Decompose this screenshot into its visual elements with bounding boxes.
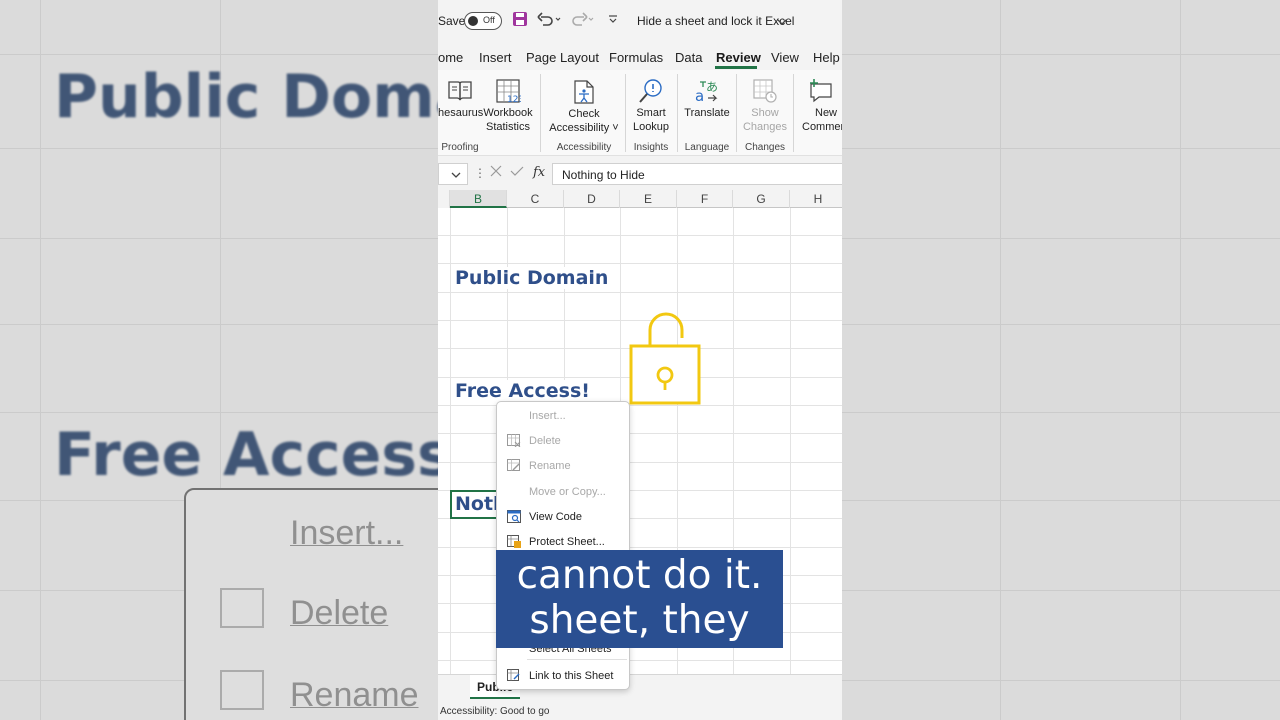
show-changes-label-1: Show xyxy=(751,107,779,119)
translate-label: Translate xyxy=(684,107,730,119)
column-header-f[interactable]: F xyxy=(677,190,733,208)
group-changes: Changes xyxy=(744,142,786,153)
check-accessibility-icon xyxy=(571,79,597,105)
translate-button[interactable]: aあ Translate xyxy=(681,74,733,120)
video-caption: cannot do it. sheet, they xyxy=(496,550,783,648)
ribbon: hesaurus 123 Workbook Statistics Proofin… xyxy=(438,70,842,156)
column-header-e[interactable]: E xyxy=(620,190,677,208)
menu-item-delete[interactable]: Delete xyxy=(497,429,629,453)
protect-sheet-icon xyxy=(507,535,521,548)
tab-insert[interactable]: Insert xyxy=(479,50,512,65)
menu-item-link-to-sheet[interactable]: Link to this Sheet xyxy=(497,664,629,688)
show-changes-label-2: Changes xyxy=(742,121,788,133)
formula-input[interactable]: Nothing to Hide xyxy=(552,163,842,185)
check-accessibility-label-2: Accessibility ˅ xyxy=(549,122,619,134)
smart-lookup-label-1: Smart xyxy=(636,107,666,119)
formula-bar-grip-icon: ⋮ xyxy=(474,166,486,180)
formula-bar: ⋮ fx Nothing to Hide xyxy=(438,160,842,188)
workbook-statistics-button[interactable]: 123 Workbook Statistics xyxy=(482,74,534,134)
menu-item-rename[interactable]: Rename xyxy=(497,454,629,478)
thesaurus-icon xyxy=(447,78,473,104)
enter-icon[interactable] xyxy=(510,164,524,183)
delete-sheet-icon xyxy=(507,434,521,447)
smart-lookup-icon xyxy=(638,78,664,104)
redo-icon[interactable] xyxy=(570,11,594,31)
thesaurus-button[interactable]: hesaurus xyxy=(438,74,484,120)
chevron-down-icon[interactable] xyxy=(777,14,787,31)
rename-sheet-icon xyxy=(507,459,520,471)
tab-data[interactable]: Data xyxy=(675,50,702,65)
menu-item-view-code[interactable]: View Code xyxy=(497,505,629,529)
group-proofing: Proofing xyxy=(441,142,479,153)
svg-text:123: 123 xyxy=(507,95,521,104)
tab-view[interactable]: View xyxy=(771,50,799,65)
save-icon[interactable] xyxy=(512,11,528,31)
tab-page-layout[interactable]: Page Layout xyxy=(526,50,599,65)
tab-review[interactable]: Review xyxy=(716,50,761,65)
tab-help[interactable]: Help xyxy=(813,50,840,65)
view-code-icon xyxy=(507,510,521,523)
group-accessibility: Accessibility xyxy=(556,142,612,153)
caption-line-1: cannot do it. xyxy=(516,553,763,598)
autosave-toggle-label: Off xyxy=(483,15,495,25)
cell-free-access[interactable]: Free Access! xyxy=(455,380,594,402)
autosave-toggle[interactable]: Off xyxy=(464,12,502,30)
tab-home[interactable]: ome xyxy=(438,50,463,65)
active-tab-indicator xyxy=(715,66,757,69)
status-bar: Accessibility: Good to go xyxy=(438,702,842,720)
column-header-b[interactable]: B xyxy=(450,190,507,208)
translate-icon: aあ xyxy=(694,78,720,105)
document-title[interactable]: Hide a sheet and lock it Excel xyxy=(637,14,794,28)
undo-icon[interactable] xyxy=(537,11,561,31)
tab-formulas[interactable]: Formulas xyxy=(609,50,663,65)
column-header-d[interactable]: D xyxy=(564,190,620,208)
workbook-statistics-icon: 123 xyxy=(495,78,524,105)
video-frame: Public Doma Free Access! Insert... Delet… xyxy=(0,0,1280,720)
menu-item-insert[interactable]: Insert... xyxy=(497,404,629,428)
menu-item-move-or-copy[interactable]: Move or Copy... xyxy=(497,480,629,504)
column-header-c[interactable]: C xyxy=(507,190,564,208)
ribbon-tabs: ome Insert Page Layout Formulas Data Rev… xyxy=(438,42,842,70)
group-language: Language xyxy=(684,142,730,153)
insert-function-icon[interactable]: fx xyxy=(533,165,545,180)
svg-text:あ: あ xyxy=(706,80,718,94)
autosave-label: Save xyxy=(438,14,466,28)
customize-toolbar-icon[interactable] xyxy=(608,12,618,30)
group-insights: Insights xyxy=(633,142,669,153)
unlocked-padlock-icon xyxy=(629,312,701,405)
new-comment-label-1: New xyxy=(815,107,838,119)
column-header-h[interactable]: H xyxy=(790,190,842,208)
check-accessibility-button[interactable]: Check Accessibility ˅ xyxy=(544,75,624,135)
name-box[interactable] xyxy=(438,163,468,185)
new-comment-icon xyxy=(808,78,834,104)
new-comment-label-2: Commen xyxy=(802,121,842,133)
thesaurus-label: hesaurus xyxy=(438,107,484,119)
menu-separator xyxy=(527,659,627,660)
title-bar: Save Off Hide a sheet and lock it Excel xyxy=(438,0,842,42)
show-changes-icon xyxy=(752,78,778,104)
new-comment-button[interactable]: New Commen xyxy=(798,74,842,134)
column-headers: B C D E F G H xyxy=(438,190,842,208)
workbook-statistics-label-2: Statistics xyxy=(485,121,530,133)
check-accessibility-label-1: Check xyxy=(568,108,600,120)
name-box-dropdown-icon[interactable] xyxy=(451,170,461,180)
cancel-icon[interactable] xyxy=(489,164,503,183)
column-header-g[interactable]: G xyxy=(733,190,790,208)
link-sheet-icon xyxy=(507,669,520,681)
show-changes-button[interactable]: Show Changes xyxy=(740,74,790,134)
cell-public-domain[interactable]: Public Domain xyxy=(455,267,613,289)
smart-lookup-label-2: Lookup xyxy=(632,121,670,133)
caption-line-2: sheet, they xyxy=(529,598,750,643)
svg-text:a: a xyxy=(695,87,704,104)
smart-lookup-button[interactable]: Smart Lookup xyxy=(628,74,674,134)
workbook-statistics-label-1: Workbook xyxy=(483,107,533,119)
